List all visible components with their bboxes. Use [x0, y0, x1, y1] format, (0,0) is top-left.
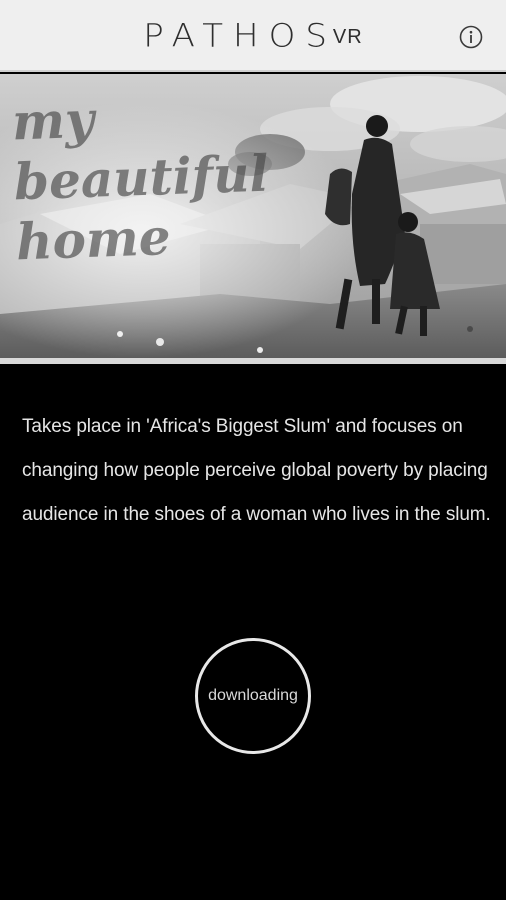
info-circle-icon [459, 25, 483, 49]
logo-wordmark: PATHOS [143, 17, 337, 55]
download-status-label: downloading [208, 687, 298, 704]
hero-divider [0, 358, 506, 364]
app-logo: PATHOS VR [0, 0, 506, 72]
download-status-button[interactable]: downloading [195, 638, 311, 754]
app-header: PATHOS VR [0, 0, 506, 72]
experience-description: Takes place in 'Africa's Biggest Slum' a… [22, 416, 491, 525]
info-button[interactable] [459, 25, 483, 49]
logo-vr-badge: VR [332, 25, 363, 48]
hero-photo [0, 74, 506, 358]
hero-image[interactable]: my beautiful home [0, 74, 506, 358]
